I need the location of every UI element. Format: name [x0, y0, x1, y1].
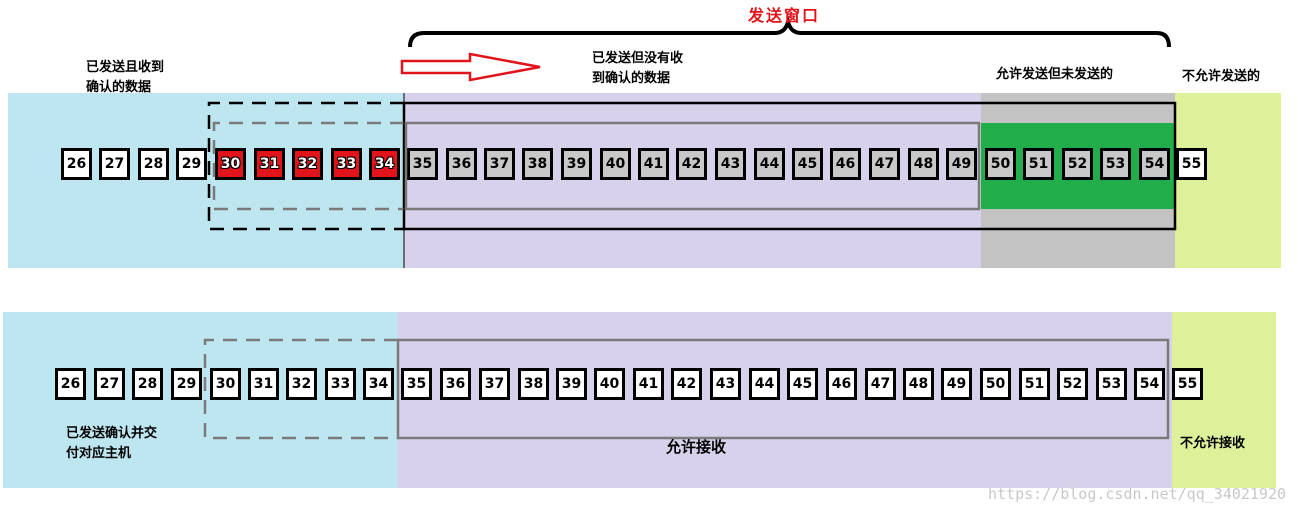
sent-not-acked-label-line2: 到确认的数据	[592, 71, 671, 86]
delivered-label-line2: 付对应主机	[66, 446, 132, 461]
delivered-label-line1: 已发送确认并交	[66, 426, 158, 441]
watermark: https://blog.csdn.net/qq_34021920	[987, 485, 1286, 503]
sender-old-inner-frame	[212, 121, 404, 211]
allowed-receive-label: 允许接收	[666, 438, 727, 456]
allowed-not-sent-label: 允许发送但未发送的	[996, 67, 1114, 82]
slide-arrow-icon	[400, 52, 541, 82]
receiver-window-frame	[396, 338, 1170, 440]
sender-inner-frame	[404, 121, 981, 211]
acked-label-line1: 已发送且收到	[86, 60, 165, 75]
sent-not-acked-label-line1: 已发送但没有收	[592, 51, 684, 66]
acked-label-line2: 确认的数据	[86, 80, 152, 95]
receiver-old-window-frame	[203, 338, 398, 440]
not-allowed-label: 不允许发送的	[1182, 69, 1261, 84]
send-window-title: 发送窗口	[748, 6, 821, 25]
not-allowed-receive-label: 不允许接收	[1180, 436, 1246, 451]
